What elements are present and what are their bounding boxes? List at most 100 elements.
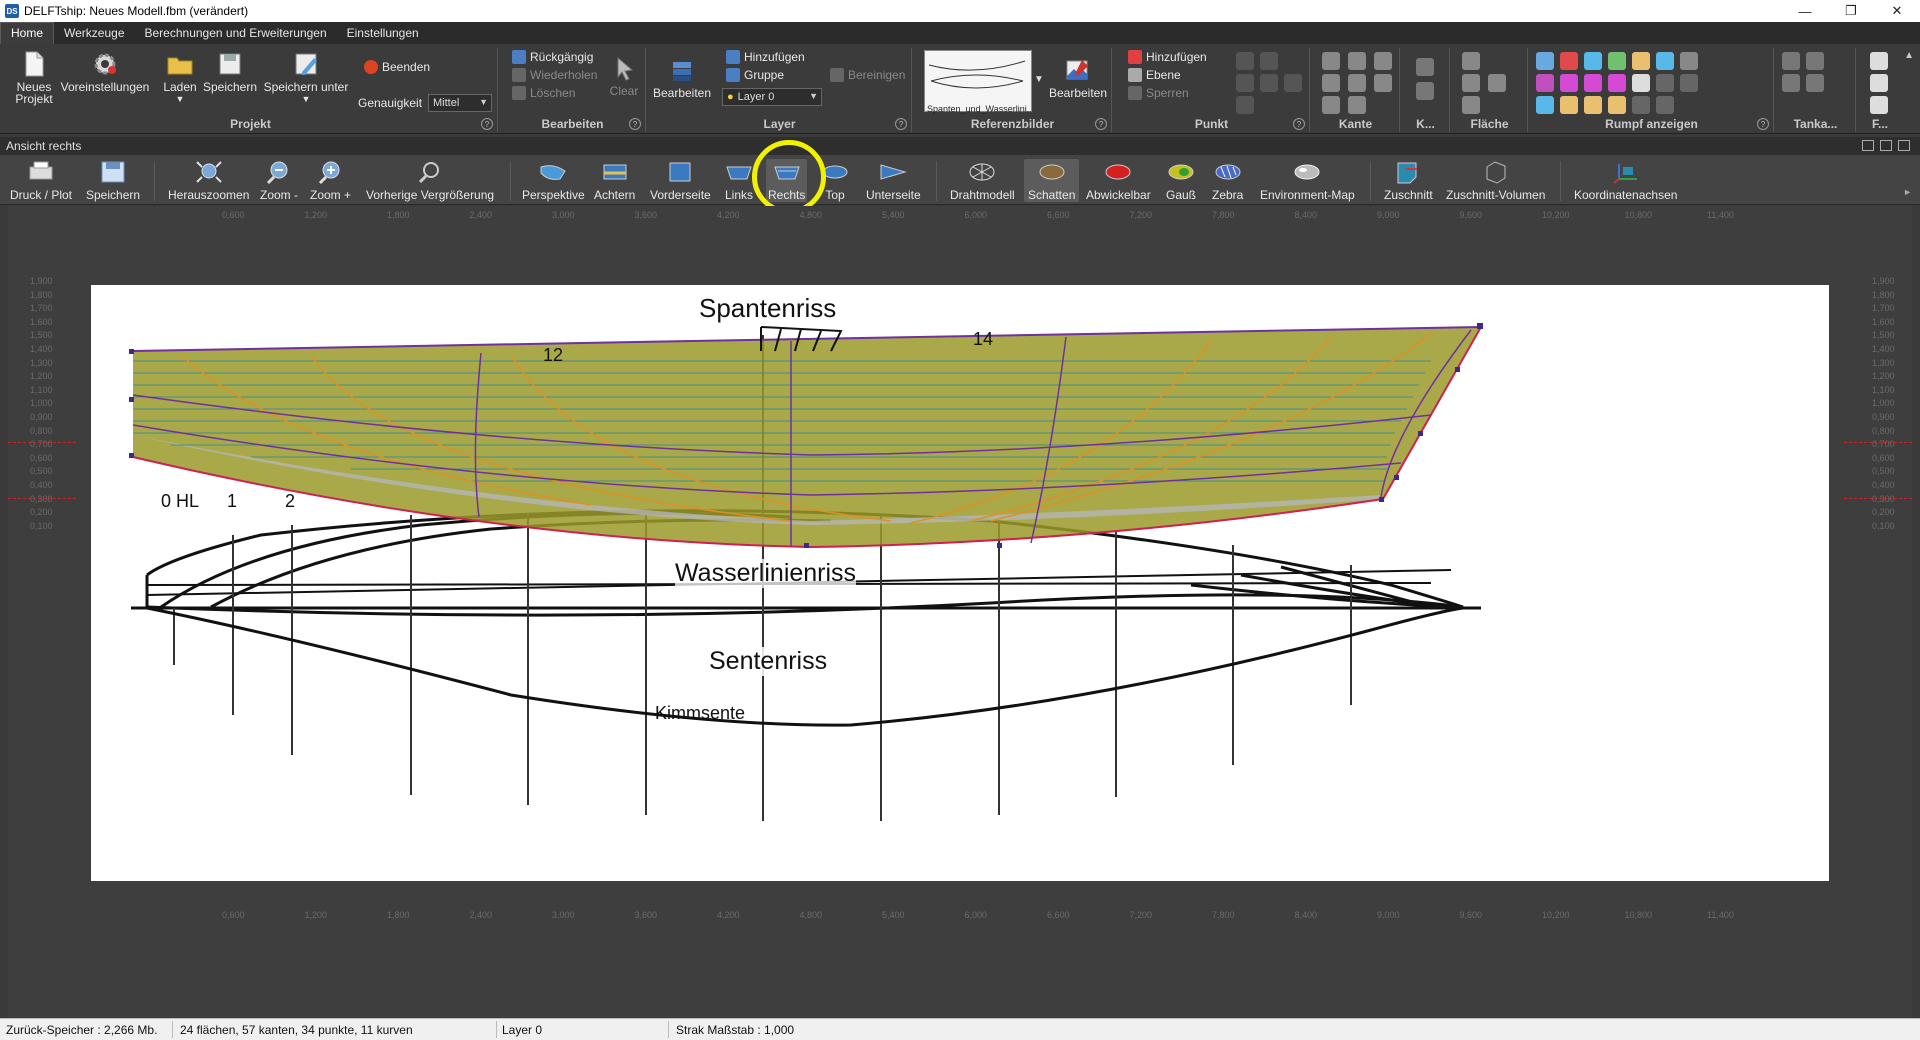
redo-button[interactable]: Wiederholen xyxy=(512,68,597,82)
view-front-button[interactable]: Vorderseite xyxy=(650,159,711,202)
show-hydrostatics-icon[interactable] xyxy=(1680,52,1698,70)
point-tool-5-icon[interactable] xyxy=(1284,74,1302,92)
gauss-button[interactable]: Gauß xyxy=(1166,159,1196,202)
tank-tool-4-icon[interactable] xyxy=(1806,74,1824,92)
show-normals-icon[interactable] xyxy=(1560,74,1578,92)
show-buttocks-icon[interactable] xyxy=(1608,52,1626,70)
ribbon-collapse-icon[interactable]: ▲ xyxy=(1904,50,1914,61)
undo-button[interactable]: Rückgängig xyxy=(512,50,593,64)
tab-berechnungen[interactable]: Berechnungen und Erweiterungen xyxy=(135,23,337,44)
point-tool-4-icon[interactable] xyxy=(1260,74,1278,92)
environment-map-button[interactable]: Environment-Map xyxy=(1260,159,1355,202)
frame-tool-2-icon[interactable] xyxy=(1870,74,1888,92)
edge-tool-3-icon[interactable] xyxy=(1374,52,1392,70)
show-waterlines-icon[interactable] xyxy=(1632,52,1650,70)
show-hull-4-icon[interactable] xyxy=(1560,96,1578,114)
tab-home[interactable]: Home xyxy=(0,22,55,44)
show-flowlines-icon[interactable] xyxy=(1608,74,1626,92)
save-as-dropdown-arrow-icon[interactable]: ▼ xyxy=(302,93,311,105)
help-icon[interactable]: ? xyxy=(1095,118,1107,130)
minimize-button[interactable]: — xyxy=(1782,0,1828,22)
tank-tool-2-icon[interactable] xyxy=(1806,52,1824,70)
help-icon[interactable]: ? xyxy=(895,118,907,130)
tank-tool-3-icon[interactable] xyxy=(1782,74,1800,92)
zebra-button[interactable]: Zebra xyxy=(1212,159,1243,202)
show-diagonals-icon[interactable] xyxy=(1656,52,1674,70)
trim-button[interactable]: Zuschnitt xyxy=(1384,159,1433,202)
surface-tool-1-icon[interactable] xyxy=(1462,52,1480,70)
layer-group-button[interactable]: Gruppe xyxy=(726,68,784,82)
close-button[interactable]: ✕ xyxy=(1874,0,1920,22)
print-plot-button[interactable]: Druck / Plot xyxy=(10,159,72,202)
coordinate-axes-button[interactable]: Koordinatenachsen xyxy=(1574,159,1677,202)
exit-button[interactable]: Beenden xyxy=(364,60,430,74)
show-markers-icon[interactable] xyxy=(1584,74,1602,92)
reference-image-thumbnail[interactable]: Spanten_und_Wasserlini... xyxy=(924,50,1032,114)
show-hull-6-icon[interactable] xyxy=(1608,96,1626,114)
show-interior-edges-icon[interactable] xyxy=(1560,52,1578,70)
show-hull-2-icon[interactable] xyxy=(1680,74,1698,92)
surface-tool-3-icon[interactable] xyxy=(1488,74,1506,92)
save-button[interactable]: Speichern xyxy=(202,50,258,93)
reference-edit-button[interactable]: Bearbeiten xyxy=(1048,56,1108,99)
edge-tool-4-icon[interactable] xyxy=(1322,74,1340,92)
load-dropdown-arrow-icon[interactable]: ▼ xyxy=(176,93,185,105)
point-tool-2-icon[interactable] xyxy=(1260,52,1278,70)
curve-tool-1-icon[interactable] xyxy=(1416,58,1434,76)
reference-dropdown-arrow-icon[interactable]: ▼ xyxy=(1034,74,1044,85)
layer-add-button[interactable]: Hinzufügen xyxy=(726,50,805,64)
surface-tool-2-icon[interactable] xyxy=(1462,74,1480,92)
edge-tool-8-icon[interactable] xyxy=(1348,96,1366,114)
load-button[interactable]: Laden ▼ xyxy=(156,50,204,105)
show-hull-1-icon[interactable] xyxy=(1656,74,1674,92)
delete-button[interactable]: Löschen xyxy=(512,86,575,100)
curve-tool-2-icon[interactable] xyxy=(1416,82,1434,100)
panel-maximize-button[interactable] xyxy=(1880,140,1892,151)
show-hull-5-icon[interactable] xyxy=(1584,96,1602,114)
new-project-button[interactable]: Neues Projekt xyxy=(10,50,58,105)
shaded-button[interactable]: Schatten xyxy=(1024,159,1080,202)
point-tool-3-icon[interactable] xyxy=(1236,74,1254,92)
preferences-button[interactable]: Voreinstellungen xyxy=(60,50,150,93)
previous-zoom-button[interactable]: Vorherige Vergrößerung xyxy=(366,159,494,202)
tab-einstellungen[interactable]: Einstellungen xyxy=(337,23,429,44)
precision-select[interactable]: Mittel ▼ xyxy=(428,94,492,112)
edge-tool-5-icon[interactable] xyxy=(1348,74,1366,92)
show-hull-7-icon[interactable] xyxy=(1632,96,1650,114)
developable-button[interactable]: Abwickelbar xyxy=(1086,159,1151,202)
view-bottom-button[interactable]: Unterseite xyxy=(866,159,921,202)
view-aft-button[interactable]: Achtern xyxy=(594,159,635,202)
view-perspective-button[interactable]: Perspektive xyxy=(522,159,585,202)
show-curvature-icon[interactable] xyxy=(1536,74,1554,92)
surface-tool-4-icon[interactable] xyxy=(1462,96,1480,114)
layer-select[interactable]: ● Layer 0 ▼ xyxy=(722,88,822,106)
frame-tool-1-icon[interactable] xyxy=(1870,52,1888,70)
point-add-button[interactable]: Hinzufügen xyxy=(1128,50,1207,64)
help-icon[interactable]: ? xyxy=(1757,118,1769,130)
point-plane-button[interactable]: Ebene xyxy=(1128,68,1181,82)
show-grid-icon[interactable] xyxy=(1632,74,1650,92)
clear-button[interactable]: Clear xyxy=(606,54,642,97)
restore-button[interactable]: ❐ xyxy=(1828,0,1874,22)
viewport-right-view[interactable]: Spantenriss Wasserlinienriss Sentenriss … xyxy=(8,206,1912,1024)
show-hull-3-icon[interactable] xyxy=(1536,96,1554,114)
view-save-button[interactable]: Speichern xyxy=(86,159,140,202)
edge-tool-6-icon[interactable] xyxy=(1374,74,1392,92)
show-hull-8-icon[interactable] xyxy=(1656,96,1674,114)
edge-tool-2-icon[interactable] xyxy=(1348,52,1366,70)
zoom-out-button[interactable]: Zoom - xyxy=(260,159,298,202)
tab-werkzeuge[interactable]: Werkzeuge xyxy=(54,23,134,44)
show-stations-icon[interactable] xyxy=(1584,52,1602,70)
frame-tool-3-icon[interactable] xyxy=(1870,96,1888,114)
point-tool-1-icon[interactable] xyxy=(1236,52,1254,70)
help-icon[interactable]: ? xyxy=(481,118,493,130)
zoom-extents-button[interactable]: Herauszoomen xyxy=(168,159,249,202)
trim-volume-button[interactable]: Zuschnitt-Volumen xyxy=(1446,159,1545,202)
point-lock-button[interactable]: Sperren xyxy=(1128,86,1189,100)
panel-close-button[interactable] xyxy=(1898,140,1910,151)
layer-cleanup-button[interactable]: Bereinigen xyxy=(830,68,905,82)
panel-minimize-button[interactable] xyxy=(1862,140,1874,151)
toolbar-pin-icon[interactable]: ► xyxy=(1903,187,1912,197)
help-icon[interactable]: ? xyxy=(1293,118,1305,130)
layer-edit-button[interactable]: Bearbeiten xyxy=(653,56,711,99)
